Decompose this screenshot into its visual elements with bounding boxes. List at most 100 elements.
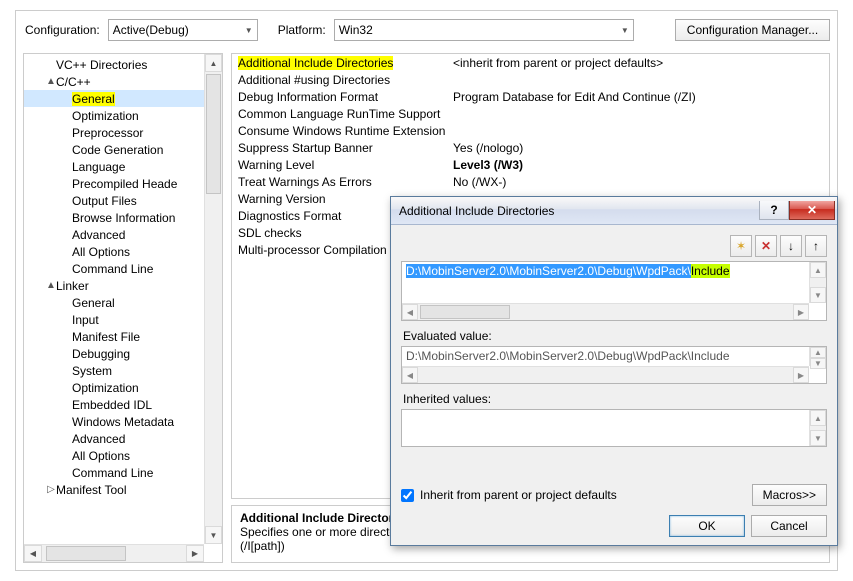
property-row[interactable]: Suppress Startup BannerYes (/nologo): [232, 139, 829, 156]
close-icon: ✕: [807, 203, 817, 217]
platform-value: Win32: [339, 23, 373, 37]
inherit-checkbox-label: Inherit from parent or project defaults: [420, 488, 617, 502]
directories-listbox[interactable]: D:\MobinServer2.0\MobinServer2.0\Debug\W…: [401, 261, 827, 321]
tree-item[interactable]: Advanced: [24, 430, 222, 447]
inherit-checkbox[interactable]: [401, 489, 414, 502]
tree-vscrollbar[interactable]: ▲ ▼: [204, 54, 222, 544]
tree-item-label: Windows Metadata: [72, 415, 174, 429]
scroll-down-icon[interactable]: ▼: [205, 526, 222, 544]
platform-combo[interactable]: Win32 ▼: [334, 19, 634, 41]
tree-item[interactable]: Browse Information: [24, 209, 222, 226]
listbox-hscrollbar[interactable]: ◀ ▶: [402, 303, 809, 320]
property-name: SDL checks: [238, 226, 302, 240]
tree-item[interactable]: Embedded IDL: [24, 396, 222, 413]
cancel-button[interactable]: Cancel: [751, 515, 827, 537]
inherit-vscrollbar[interactable]: ▲ ▼: [809, 410, 826, 446]
property-name: Suppress Startup Banner: [238, 141, 373, 155]
tree-item[interactable]: Advanced: [24, 226, 222, 243]
move-up-button[interactable]: ↑: [805, 235, 827, 257]
scroll-thumb[interactable]: [420, 305, 510, 319]
tree-item[interactable]: VC++ Directories: [24, 56, 222, 73]
expander-icon: ▲: [46, 76, 56, 87]
scroll-down-icon[interactable]: ▼: [810, 430, 826, 446]
tree-item[interactable]: Command Line: [24, 260, 222, 277]
tree-item[interactable]: Debugging: [24, 345, 222, 362]
scroll-down-icon[interactable]: ▼: [810, 287, 826, 303]
property-value: No (/WX-): [453, 175, 829, 189]
tree-item[interactable]: Optimization: [24, 379, 222, 396]
tree-item[interactable]: Output Files: [24, 192, 222, 209]
evaluated-value-box: D:\MobinServer2.0\MobinServer2.0\Debug\W…: [401, 346, 827, 384]
delete-line-button[interactable]: ✕: [755, 235, 777, 257]
new-folder-icon: ✶: [736, 239, 746, 253]
property-row[interactable]: Warning LevelLevel3 (/W3): [232, 156, 829, 173]
property-row[interactable]: Treat Warnings As ErrorsNo (/WX-): [232, 173, 829, 190]
tree-hscrollbar[interactable]: ◀ ▶: [24, 544, 204, 562]
dialog-titlebar[interactable]: Additional Include Directories ? ✕: [391, 197, 837, 225]
tree-item[interactable]: General: [24, 294, 222, 311]
tree-item[interactable]: Input: [24, 311, 222, 328]
arrow-up-icon: ↑: [813, 239, 819, 253]
tree-item[interactable]: All Options: [24, 447, 222, 464]
ok-button[interactable]: OK: [669, 515, 745, 537]
tree-item[interactable]: Code Generation: [24, 141, 222, 158]
delete-icon: ✕: [761, 239, 771, 253]
eval-vscrollbar[interactable]: ▲ ▼: [809, 347, 826, 366]
property-row[interactable]: Common Language RunTime Support: [232, 105, 829, 122]
property-row[interactable]: Additional Include Directories<inherit f…: [232, 54, 829, 71]
tree-item[interactable]: Manifest File: [24, 328, 222, 345]
eval-hscrollbar[interactable]: ◀ ▶: [402, 366, 809, 383]
scroll-left-icon[interactable]: ◀: [24, 545, 42, 562]
tree-item[interactable]: Language: [24, 158, 222, 175]
expander-icon: ▲: [46, 280, 56, 291]
directory-entry[interactable]: D:\MobinServer2.0\MobinServer2.0\Debug\W…: [402, 262, 826, 279]
tree-item[interactable]: ▷Manifest Tool: [24, 481, 222, 498]
tree-item-label: Manifest Tool: [56, 483, 126, 497]
configuration-combo[interactable]: Active(Debug) ▼: [108, 19, 258, 41]
tree-item[interactable]: Optimization: [24, 107, 222, 124]
tree-item-label: Advanced: [72, 228, 125, 242]
tree-item-label: Advanced: [72, 432, 125, 446]
scroll-left-icon[interactable]: ◀: [402, 304, 418, 320]
property-row[interactable]: Additional #using Directories: [232, 71, 829, 88]
scroll-thumb[interactable]: [46, 546, 126, 561]
property-value: <inherit from parent or project defaults…: [453, 56, 829, 70]
tree-item[interactable]: ▲Linker: [24, 277, 222, 294]
arrow-down-icon: ↓: [788, 239, 794, 253]
macros-button[interactable]: Macros>>: [752, 484, 827, 506]
property-row[interactable]: Consume Windows Runtime Extension: [232, 122, 829, 139]
inherited-values-box: ▲ ▼: [401, 409, 827, 447]
tree-item[interactable]: System: [24, 362, 222, 379]
tree-item-label: Manifest File: [72, 330, 140, 344]
property-row[interactable]: Debug Information FormatProgram Database…: [232, 88, 829, 105]
tree-item-label: Language: [72, 160, 125, 174]
scroll-left-icon[interactable]: ◀: [402, 367, 418, 383]
property-name: Additional #using Directories: [238, 73, 390, 87]
scroll-thumb[interactable]: [206, 74, 221, 194]
listbox-vscrollbar[interactable]: ▲ ▼: [809, 262, 826, 303]
evaluated-value-text: D:\MobinServer2.0\MobinServer2.0\Debug\W…: [402, 347, 826, 364]
scroll-down-icon[interactable]: ▼: [810, 358, 826, 369]
new-line-button[interactable]: ✶: [730, 235, 752, 257]
tree-item[interactable]: ▲C/C++: [24, 73, 222, 90]
tree-item-label: Debugging: [72, 347, 130, 361]
scroll-up-icon[interactable]: ▲: [205, 54, 222, 72]
scroll-up-icon[interactable]: ▲: [810, 262, 826, 278]
move-down-button[interactable]: ↓: [780, 235, 802, 257]
tree-item[interactable]: Windows Metadata: [24, 413, 222, 430]
tree-item[interactable]: Precompiled Heade: [24, 175, 222, 192]
scroll-up-icon[interactable]: ▲: [810, 347, 826, 358]
scroll-right-icon[interactable]: ▶: [793, 304, 809, 320]
tree-item[interactable]: Preprocessor: [24, 124, 222, 141]
tree-item[interactable]: Command Line: [24, 464, 222, 481]
close-button[interactable]: ✕: [789, 201, 835, 220]
help-button[interactable]: ?: [759, 201, 789, 220]
tree-item[interactable]: All Options: [24, 243, 222, 260]
tree-item[interactable]: General: [24, 90, 222, 107]
directory-path-prefix: D:\MobinServer2.0\MobinServer2.0\Debug\W…: [406, 264, 691, 278]
configuration-manager-button[interactable]: Configuration Manager...: [675, 19, 830, 41]
property-name: Warning Level: [238, 158, 314, 172]
scroll-right-icon[interactable]: ▶: [793, 367, 809, 383]
scroll-right-icon[interactable]: ▶: [186, 545, 204, 562]
scroll-up-icon[interactable]: ▲: [810, 410, 826, 426]
